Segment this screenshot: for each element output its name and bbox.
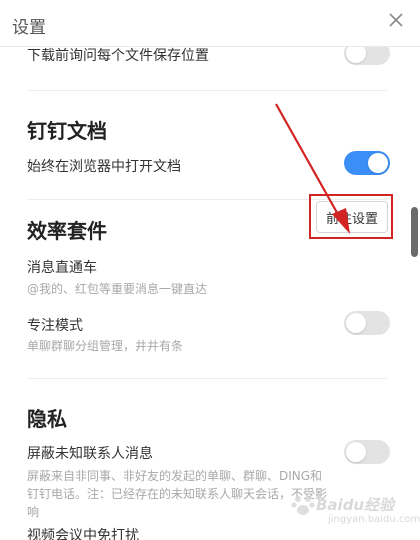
download-ask-label: 下载前询问每个文件保存位置 — [27, 48, 209, 64]
block-unknown-label: 屏蔽未知联系人消息 — [27, 446, 153, 462]
focus-mode-toggle[interactable] — [344, 311, 390, 335]
focus-mode-desc: 单聊群聊分组管理，井井有条 — [27, 339, 184, 353]
toggle-knob — [368, 153, 388, 173]
toggle-knob — [346, 313, 366, 333]
section-title-dingtalk-docs: 钉钉文档 — [27, 119, 107, 143]
block-unknown-desc-line1: 屏蔽来自非同事、非好友的发起的单聊、群聊、DING和 — [27, 469, 323, 483]
section-title-efficiency: 效率套件 — [27, 219, 107, 243]
settings-header: 设置 — [0, 0, 420, 47]
baidu-watermark: Baidu经验 jingyan.baidu.com — [290, 488, 420, 536]
watermark-url: jingyan.baidu.com — [328, 514, 420, 525]
block-unknown-desc-line3: 响 — [27, 505, 40, 519]
focus-mode-label: 专注模式 — [27, 318, 83, 334]
window-title: 设置 — [12, 18, 46, 38]
open-in-browser-label: 始终在浏览器中打开文档 — [27, 159, 181, 175]
annotation-highlight-box — [309, 194, 393, 239]
divider — [27, 378, 387, 379]
open-in-browser-toggle[interactable] — [344, 151, 390, 175]
block-unknown-desc-line2: 钉钉电话。注：已经存在的未知联系人聊天会话，不受影 — [27, 487, 328, 501]
settings-content: 下载前询问每个文件保存位置 钉钉文档 始终在浏览器中打开文档 效率套件 消息直通… — [0, 47, 404, 540]
close-icon[interactable] — [386, 10, 406, 30]
toggle-knob — [346, 47, 366, 63]
section-title-privacy: 隐私 — [27, 407, 67, 431]
divider — [27, 90, 387, 91]
scrollbar-thumb[interactable] — [411, 207, 418, 257]
download-ask-toggle[interactable] — [344, 47, 390, 65]
message-express-desc: @我的、红包等重要消息一键直达 — [27, 282, 208, 296]
message-express-label: 消息直通车 — [27, 260, 97, 276]
paw-logo-icon — [291, 496, 315, 515]
toggle-knob — [346, 442, 366, 462]
watermark-text: Baidu经验 — [316, 496, 395, 514]
meeting-dnd-label: 视频会议中免打扰 — [27, 528, 139, 540]
block-unknown-toggle[interactable] — [344, 440, 390, 464]
